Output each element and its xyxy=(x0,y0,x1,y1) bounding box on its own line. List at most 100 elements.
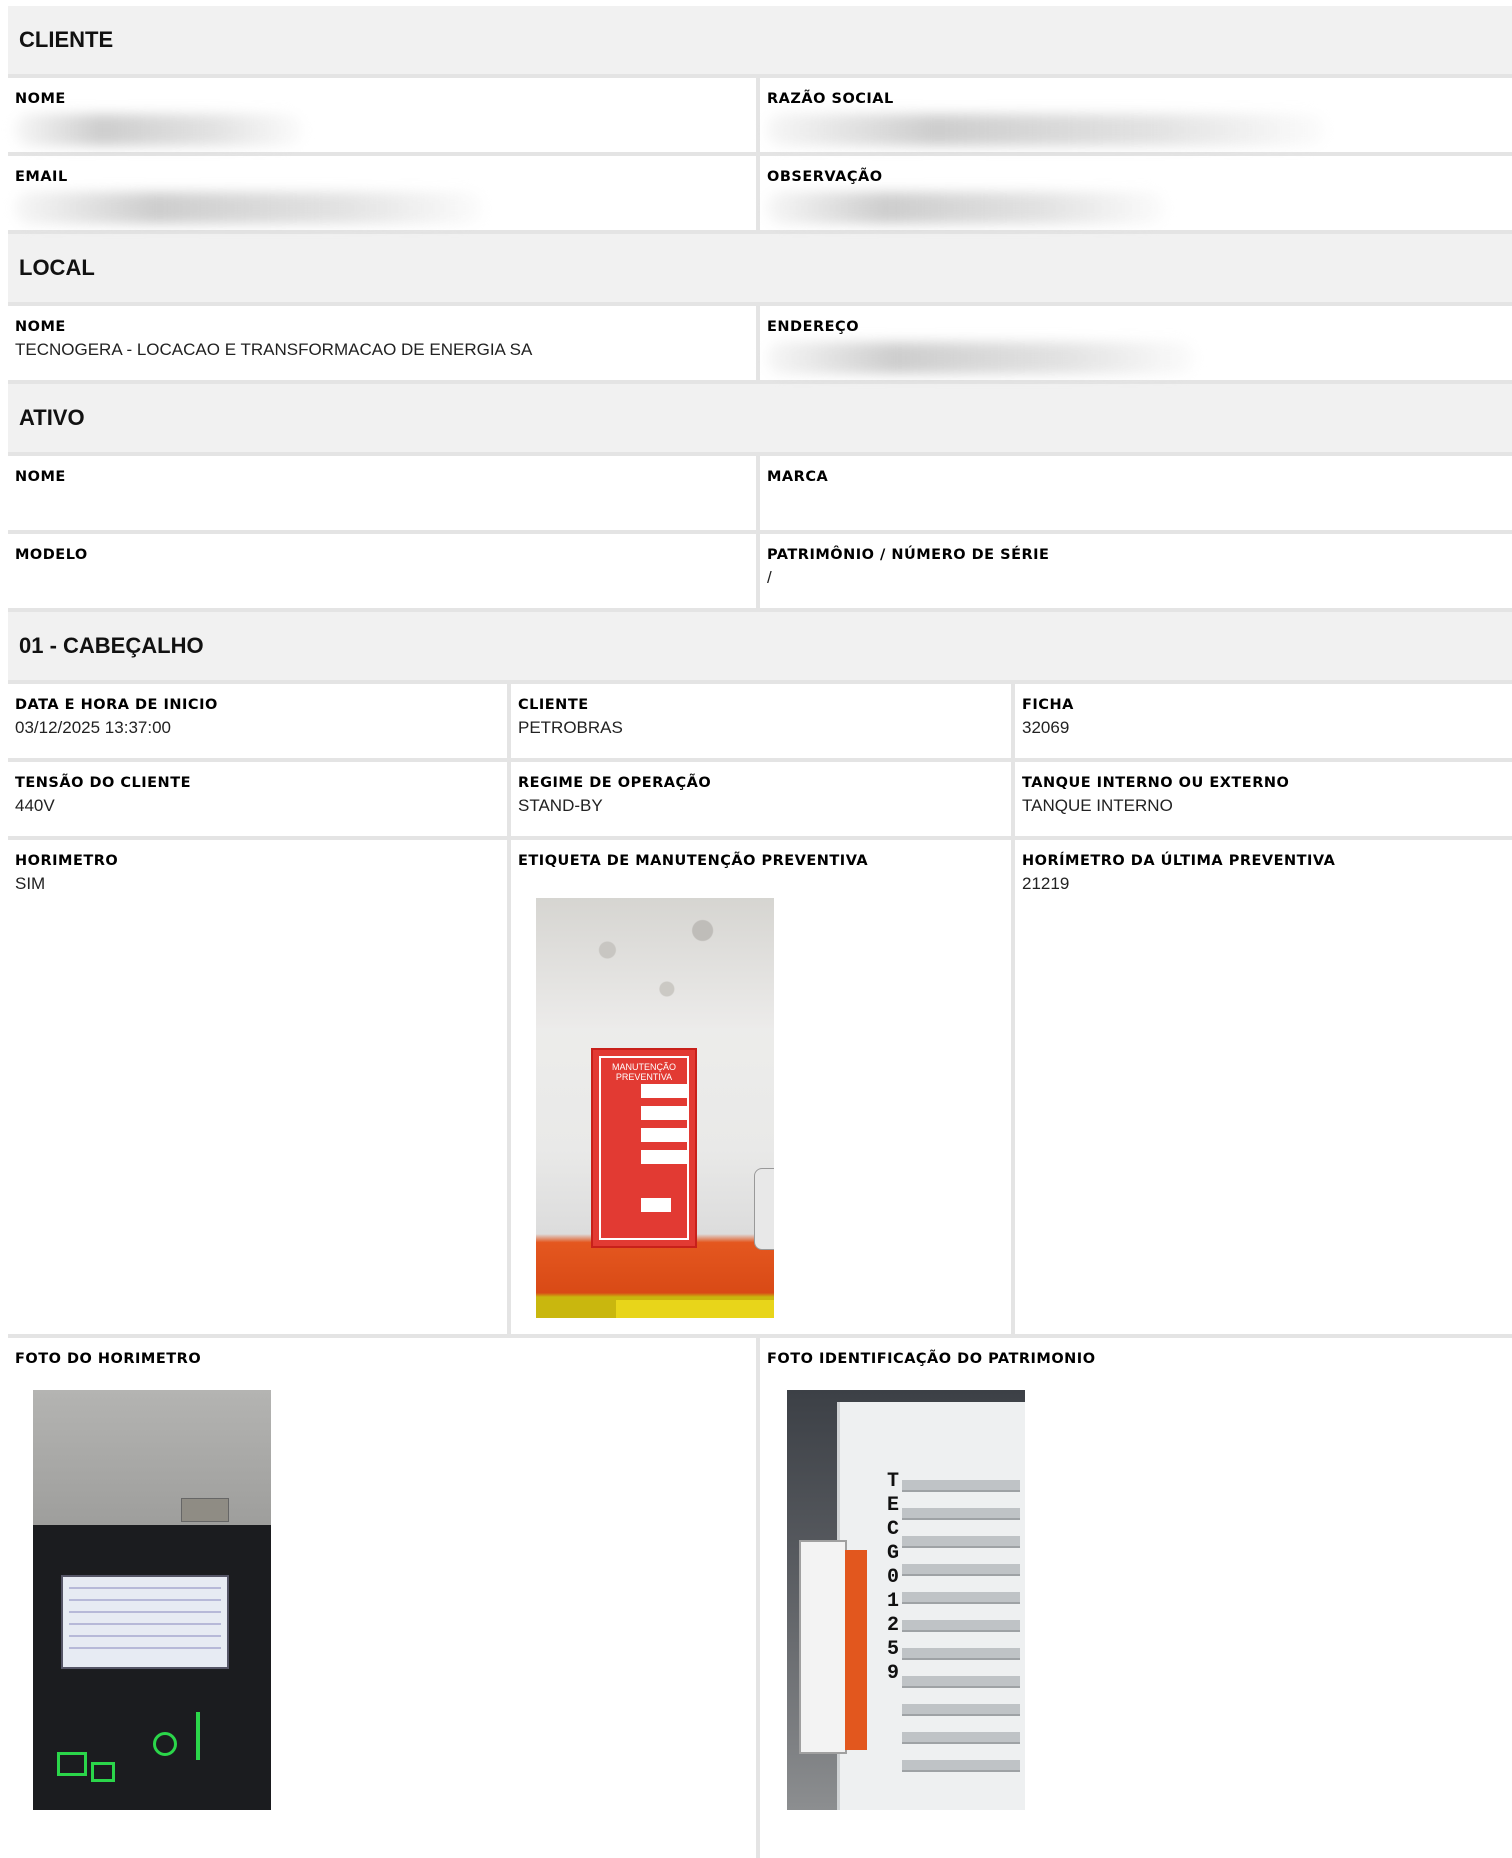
field-label: NOME xyxy=(15,469,66,485)
louver xyxy=(902,1592,1020,1604)
louver xyxy=(902,1648,1020,1660)
enclosure-door xyxy=(799,1540,847,1754)
ativo-marca-cell: MARCA xyxy=(760,456,1512,530)
horimetro-cell: HORIMETRO SIM xyxy=(8,840,511,1334)
field-label: FICHA xyxy=(1022,697,1074,713)
cabecalho-row-4: FOTO DO HORIMETRO FOTO IDENTIFICAÇÃO DO … xyxy=(8,1338,1512,1858)
field-value: PETROBRAS xyxy=(518,718,623,737)
tag-field xyxy=(641,1198,671,1212)
louver xyxy=(902,1480,1020,1492)
etiqueta-photo[interactable]: MANUTENÇÃO PREVENTIVA xyxy=(536,898,774,1318)
field-label: MARCA xyxy=(767,469,829,485)
foto-patrimonio-cell: FOTO IDENTIFICAÇÃO DO PATRIMONIO TECG012… xyxy=(760,1338,1512,1858)
cliente-nome-cell: NOME xyxy=(8,78,760,152)
tensao-cell: TENSÃO DO CLIENTE 440V xyxy=(8,762,511,836)
section-ativo-header: ATIVO xyxy=(8,384,1512,456)
louver xyxy=(902,1732,1020,1744)
report-document: CLIENTE NOME RAZÃO SOCIAL EMAIL OBSERVAÇ… xyxy=(8,6,1512,1858)
patrimonio-photo[interactable]: TECG01259 xyxy=(787,1390,1025,1810)
redacted-value xyxy=(766,192,1166,224)
data-inicio-cell: DATA E HORA DE INICIO 03/12/2025 13:37:0… xyxy=(8,684,511,758)
field-label: FOTO IDENTIFICAÇÃO DO PATRIMONIO xyxy=(767,1351,1096,1367)
louver xyxy=(902,1676,1020,1688)
cliente-row-1: NOME RAZÃO SOCIAL xyxy=(8,78,1512,156)
field-label: NOME xyxy=(15,319,66,335)
controller-screen xyxy=(61,1575,229,1669)
cabecalho-row-3: HORIMETRO SIM ETIQUETA DE MANUTENÇÃO PRE… xyxy=(8,840,1512,1338)
green-arrow-icon xyxy=(196,1712,200,1760)
redacted-value xyxy=(766,342,1196,374)
field-label: FOTO DO HORIMETRO xyxy=(15,1351,202,1367)
screen-line xyxy=(69,1599,221,1601)
ativo-patrimonio-cell: PATRIMÔNIO / NÚMERO DE SÉRIE / xyxy=(760,534,1512,608)
cliente-razao-social-cell: RAZÃO SOCIAL xyxy=(760,78,1512,152)
redacted-value xyxy=(14,192,484,224)
cabecalho-row-1: DATA E HORA DE INICIO 03/12/2025 13:37:0… xyxy=(8,684,1512,762)
section-title: 01 - CABEÇALHO xyxy=(19,633,204,658)
ativo-nome-cell: NOME xyxy=(8,456,760,530)
field-label: TANQUE INTERNO OU EXTERNO xyxy=(1022,775,1290,791)
cliente-row-2: EMAIL OBSERVAÇÃO xyxy=(8,156,1512,234)
panel-plate xyxy=(181,1498,229,1522)
cabecalho-row-2: TENSÃO DO CLIENTE 440V REGIME DE OPERAÇÃ… xyxy=(8,762,1512,840)
screen-line xyxy=(69,1611,221,1613)
tag-title: MANUTENÇÃO PREVENTIVA xyxy=(611,1062,676,1082)
foto-horimetro-cell: FOTO DO HORIMETRO xyxy=(8,1338,760,1858)
louver xyxy=(902,1760,1020,1772)
logo-badge xyxy=(754,1168,774,1250)
ficha-cell: FICHA 32069 xyxy=(1015,684,1512,758)
green-led-icon xyxy=(153,1732,177,1756)
field-value: STAND-BY xyxy=(518,796,603,815)
field-value: 32069 xyxy=(1022,718,1070,737)
field-label: ENDEREÇO xyxy=(767,319,860,335)
local-row-1: NOME TECNOGERA - LOCACAO E TRANSFORMACAO… xyxy=(8,306,1512,384)
regime-cell: REGIME DE OPERAÇÃO STAND-BY xyxy=(511,762,1015,836)
photo-background xyxy=(536,898,774,1028)
tag-field xyxy=(641,1084,689,1098)
section-title: LOCAL xyxy=(19,255,95,280)
screen-line xyxy=(69,1635,221,1637)
field-value: 440V xyxy=(15,796,55,815)
field-label: EMAIL xyxy=(15,169,68,185)
cliente-email-cell: EMAIL xyxy=(8,156,760,230)
field-label: MODELO xyxy=(15,547,88,563)
field-label: PATRIMÔNIO / NÚMERO DE SÉRIE xyxy=(767,547,1050,563)
tanque-cell: TANQUE INTERNO OU EXTERNO TANQUE INTERNO xyxy=(1015,762,1512,836)
field-value: SIM xyxy=(15,874,46,893)
tag-frame: MANUTENÇÃO PREVENTIVA xyxy=(599,1056,689,1240)
field-label: DATA E HORA DE INICIO xyxy=(15,697,218,713)
ativo-row-2: MODELO PATRIMÔNIO / NÚMERO DE SÉRIE / xyxy=(8,534,1512,612)
screen-line xyxy=(69,1623,221,1625)
field-label: REGIME DE OPERAÇÃO xyxy=(518,775,712,791)
field-label: NOME xyxy=(15,91,66,107)
local-nome-cell: NOME TECNOGERA - LOCACAO E TRANSFORMACAO… xyxy=(8,306,760,380)
field-value: TANQUE INTERNO xyxy=(1022,796,1173,815)
redacted-value xyxy=(766,114,1326,146)
field-value: / xyxy=(767,568,772,587)
louver xyxy=(902,1704,1020,1716)
tag-field xyxy=(641,1150,689,1164)
field-value: 21219 xyxy=(1022,874,1070,893)
field-label: ETIQUETA DE MANUTENÇÃO PREVENTIVA xyxy=(518,853,869,869)
asset-code: TECG01259 xyxy=(886,1470,899,1685)
horimetro-photo[interactable] xyxy=(33,1390,271,1810)
control-panel xyxy=(845,1550,867,1750)
section-local-header: LOCAL xyxy=(8,234,1512,306)
tag-field xyxy=(641,1106,689,1120)
ativo-row-1: NOME MARCA xyxy=(8,456,1512,534)
section-title: CLIENTE xyxy=(19,27,114,52)
ultima-preventiva-cell: HORÍMETRO DA ÚLTIMA PREVENTIVA 21219 xyxy=(1015,840,1512,1334)
field-label: HORÍMETRO DA ÚLTIMA PREVENTIVA xyxy=(1022,853,1336,869)
field-value: TECNOGERA - LOCACAO E TRANSFORMACAO DE E… xyxy=(15,340,533,359)
field-label: RAZÃO SOCIAL xyxy=(767,91,894,107)
field-label: TENSÃO DO CLIENTE xyxy=(15,775,191,791)
field-label: CLIENTE xyxy=(518,697,589,713)
maintenance-tag: MANUTENÇÃO PREVENTIVA xyxy=(591,1048,697,1248)
louver xyxy=(902,1564,1020,1576)
warning-stripe xyxy=(616,1300,774,1318)
tag-field xyxy=(641,1128,689,1142)
screen-line xyxy=(69,1647,221,1649)
cliente-cell: CLIENTE PETROBRAS xyxy=(511,684,1015,758)
section-cliente-header: CLIENTE xyxy=(8,6,1512,78)
field-label: HORIMETRO xyxy=(15,853,119,869)
